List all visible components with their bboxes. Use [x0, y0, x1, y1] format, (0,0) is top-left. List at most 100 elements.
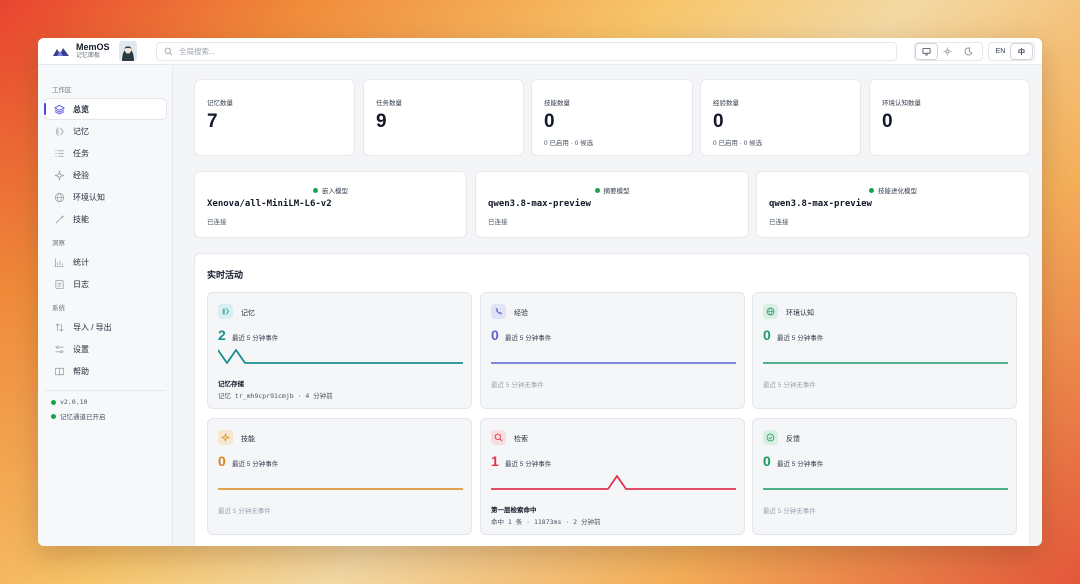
stat-value: 9 [376, 111, 387, 132]
stat-value: 0 [544, 111, 555, 132]
theme-dark-button[interactable] [958, 44, 979, 59]
activity-name: 经验 [514, 310, 528, 317]
brand-name: MemOS [76, 42, 110, 52]
sidebar-item-label: 导入 / 导出 [73, 322, 112, 332]
sidebar-item-label: 技能 [73, 214, 89, 224]
monitor-icon [922, 47, 931, 56]
activity-sparkline [218, 349, 463, 364]
activity-empty-state: 最近 5 分钟无事件 [491, 382, 544, 389]
theme-light-button[interactable] [937, 44, 958, 59]
global-search-input[interactable]: 全局搜索... [156, 42, 897, 61]
activity-count: 1 [491, 453, 499, 469]
layers-icon [53, 103, 65, 115]
model-tag: 摘要模型 [476, 185, 748, 195]
globe-icon [763, 304, 778, 319]
list-icon [53, 147, 65, 159]
stat-card-skills[interactable]: 技能数量 0 0 已启用 · 0 候选 [531, 79, 693, 156]
model-tag: 嵌入模型 [195, 185, 466, 195]
sidebar-item-label: 经验 [73, 170, 89, 180]
activity-card-memory[interactable]: 记忆 2 最近 5 分钟事件 记忆存储 记忆 tr_mh9cpr91cmjb ·… [207, 292, 472, 409]
globe-icon [53, 191, 65, 203]
activity-description: 最近 5 分钟事件 [505, 335, 552, 342]
status-dot [869, 188, 874, 193]
sidebar-item-environment[interactable]: 环境认知 [45, 187, 166, 207]
activity-description: 最近 5 分钟事件 [232, 461, 279, 468]
sun-icon [943, 47, 952, 56]
activity-title: 实时活动 [207, 270, 244, 280]
language-switcher: EN 中 [988, 42, 1035, 61]
activity-sparkline [763, 488, 1008, 490]
avatar[interactable] [119, 41, 137, 61]
stat-card-tasks[interactable]: 任务数量 9 [363, 79, 524, 156]
activity-count: 0 [218, 453, 226, 469]
sidebar-item-overview[interactable]: 总览 [44, 99, 166, 119]
activity-event-meta: 命中 1 条 · 11873ms · 2 分钟前 [491, 518, 601, 526]
activity-description: 最近 5 分钟事件 [777, 461, 824, 468]
app-window: MemOS 记忆面板 全局搜索... EN 中 工作区 总览 记忆 任务 经验 … [38, 38, 1042, 546]
activity-sparkline [218, 488, 463, 490]
activity-empty-state: 最近 5 分钟无事件 [218, 508, 271, 515]
theme-system-button[interactable] [916, 44, 937, 59]
search-placeholder: 全局搜索... [179, 47, 216, 56]
model-name: qwen3.8-max-preview [488, 199, 591, 209]
stat-value: 0 [713, 111, 724, 132]
activity-card-feedback[interactable]: 反馈 0 最近 5 分钟事件 最近 5 分钟无事件 [752, 418, 1017, 535]
model-card-skill-evolution: 技能进化模型 qwen3.8-max-preview 已连接 [756, 171, 1030, 238]
transfer-icon [53, 321, 65, 333]
sidebar-item-label: 日志 [73, 279, 89, 289]
activity-sparkline [763, 362, 1008, 364]
version-label: v2.0.10 [60, 398, 88, 406]
activity-card-experience[interactable]: 经验 0 最近 5 分钟事件 最近 5 分钟无事件 [480, 292, 745, 409]
activity-name: 环境认知 [786, 310, 814, 317]
sidebar-item-tasks[interactable]: 任务 [45, 143, 166, 163]
book-icon [53, 365, 65, 377]
check-circle-icon [763, 430, 778, 445]
activity-card-skills[interactable]: 技能 0 最近 5 分钟事件 最近 5 分钟无事件 [207, 418, 472, 535]
brand[interactable]: MemOS 记忆面板 [52, 43, 110, 59]
sidebar-section-system: 系统 [52, 305, 65, 312]
model-tag-label: 嵌入模型 [322, 188, 348, 195]
sidebar-item-label: 帮助 [73, 366, 89, 376]
channel-status: 记忆通道已开启 [51, 411, 106, 421]
activity-card-environment[interactable]: 环境认知 0 最近 5 分钟事件 最近 5 分钟无事件 [752, 292, 1017, 409]
activity-event-title: 记忆存储 [218, 381, 244, 388]
sidebar-item-label: 统计 [73, 257, 89, 267]
sidebar-item-memory[interactable]: 记忆 [45, 121, 166, 141]
sidebar-item-skills[interactable]: 技能 [45, 209, 166, 229]
model-status: 已连接 [207, 219, 227, 226]
stat-card-experience[interactable]: 经验数量 0 0 已启用 · 0 候选 [700, 79, 861, 156]
lang-en-button[interactable]: EN [990, 44, 1011, 59]
stat-label: 记忆数量 [207, 100, 233, 107]
stat-label: 任务数量 [376, 100, 402, 107]
moon-icon [964, 47, 973, 56]
activity-card-retrieval[interactable]: 检索 1 最近 5 分钟事件 第一层检索命中 命中 1 条 · 11873ms … [480, 418, 745, 535]
status-dot [51, 413, 56, 419]
activity-event-meta: 记忆 tr_mh9cpr91cmjb · 4 分钟前 [218, 392, 333, 400]
activity-count: 2 [218, 327, 226, 343]
version-status: v2.0.10 [51, 398, 87, 406]
stat-card-environment[interactable]: 环境认知数量 0 [869, 79, 1030, 156]
search-icon [164, 47, 173, 56]
stat-value: 7 [207, 111, 218, 132]
status-dot [51, 399, 56, 405]
stat-label: 经验数量 [713, 100, 739, 107]
sidebar-item-logs[interactable]: 日志 [45, 274, 166, 294]
status-dot [313, 188, 318, 193]
sidebar-item-experience[interactable]: 经验 [45, 165, 166, 185]
sidebar-item-import-export[interactable]: 导入 / 导出 [45, 317, 166, 337]
sidebar-item-settings[interactable]: 设置 [45, 339, 166, 359]
wand-icon [218, 430, 233, 445]
sidebar: 工作区 总览 记忆 任务 经验 环境认知 技能 洞察 统计 日志 系统 导入 /… [38, 65, 173, 546]
stat-card-memories[interactable]: 记忆数量 7 [194, 79, 355, 156]
stat-label: 环境认知数量 [882, 100, 921, 107]
sidebar-item-help[interactable]: 帮助 [45, 361, 166, 381]
sidebar-item-stats[interactable]: 统计 [45, 252, 166, 272]
lang-zh-button[interactable]: 中 [1011, 44, 1032, 59]
activity-description: 最近 5 分钟事件 [232, 335, 279, 342]
activity-empty-state: 最近 5 分钟无事件 [763, 382, 816, 389]
sidebar-section-insights: 洞察 [52, 240, 65, 247]
sidebar-item-label: 任务 [73, 148, 89, 158]
activity-count: 0 [763, 327, 771, 343]
search-icon [491, 430, 506, 445]
sidebar-item-label: 环境认知 [73, 192, 105, 202]
